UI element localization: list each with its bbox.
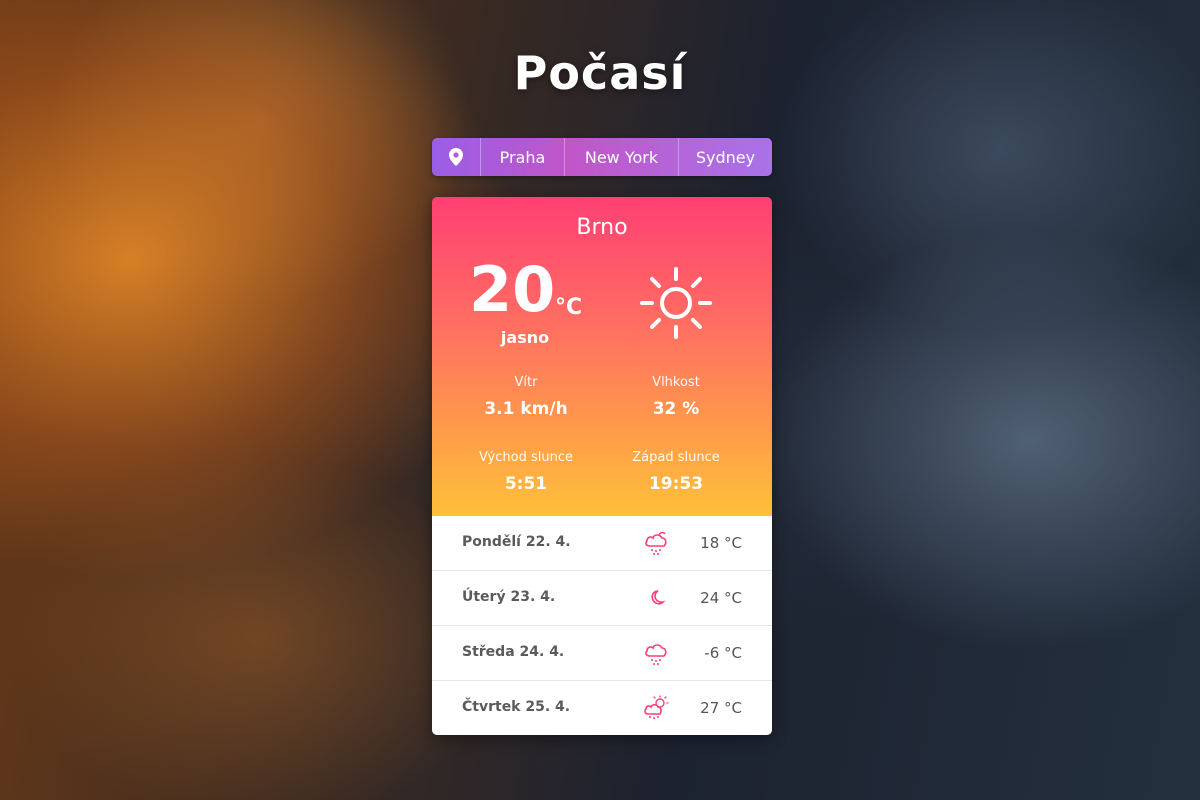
- city-name: Brno: [576, 215, 628, 240]
- forecast-day: Čtvrtek 25. 4.: [462, 699, 571, 715]
- sunset-stat: Západ slunce 19:53: [591, 450, 761, 494]
- humidity-value: 32 %: [652, 399, 700, 419]
- sunset-value: 19:53: [648, 474, 704, 494]
- forecast-day: Středa 24. 4.: [462, 644, 565, 660]
- forecast-temperature: -6 °C: [704, 644, 742, 662]
- current-temperature: 20: [469, 253, 556, 326]
- forecast-list: Pondělí 22. 4. 18 °C Úterý 23. 4. 24 °C …: [432, 516, 772, 735]
- sunrise-label: Východ slunce: [479, 450, 573, 465]
- map-pin-icon: [449, 148, 463, 166]
- forecast-day: Pondělí 22. 4.: [462, 534, 571, 550]
- humidity-label: Vlhkost: [652, 375, 700, 390]
- forecast-row: Čtvrtek 25. 4. 27 °C: [432, 680, 772, 735]
- wind-stat: Vítr 3.1 km/h: [441, 375, 611, 419]
- weather-card: Brno 20 °C jasno Vítr 3.1 km/h Vlhkost 3…: [432, 197, 772, 735]
- city-button-new-york[interactable]: New York: [564, 138, 678, 176]
- sun-cloud-rain-icon: [644, 695, 669, 719]
- sunrise-value: 5:51: [504, 474, 548, 494]
- forecast-row: Pondělí 22. 4. 18 °C: [432, 516, 772, 570]
- humidity-stat: Vlhkost 32 %: [591, 375, 761, 419]
- city-button-praha[interactable]: Praha: [480, 138, 564, 176]
- forecast-row: Středa 24. 4. -6 °C: [432, 625, 772, 680]
- cloud-rain-night-icon: [645, 531, 667, 555]
- wind-value: 3.1 km/h: [484, 399, 568, 419]
- cloud-rain-icon: [645, 644, 667, 665]
- forecast-temperature: 18 °C: [700, 534, 742, 552]
- wind-label: Vítr: [514, 375, 538, 390]
- temperature-unit: °C: [555, 295, 583, 320]
- page-title: Počasí: [513, 46, 687, 100]
- forecast-temperature: 27 °C: [700, 699, 742, 717]
- forecast-day: Úterý 23. 4.: [462, 589, 556, 605]
- city-navigation: Praha New York Sydney: [432, 138, 772, 176]
- current-weather: Brno 20 °C jasno Vítr 3.1 km/h Vlhkost 3…: [432, 197, 772, 516]
- forecast-row: Úterý 23. 4. 24 °C: [432, 570, 772, 625]
- sunrise-stat: Východ slunce 5:51: [441, 450, 611, 494]
- sun-icon: [640, 267, 712, 339]
- weather-description: jasno: [500, 328, 550, 347]
- moon-icon: [651, 590, 666, 605]
- city-button-sydney[interactable]: Sydney: [678, 138, 772, 176]
- current-location-button[interactable]: [432, 138, 480, 176]
- forecast-temperature: 24 °C: [700, 589, 742, 607]
- sunset-label: Západ slunce: [632, 450, 720, 465]
